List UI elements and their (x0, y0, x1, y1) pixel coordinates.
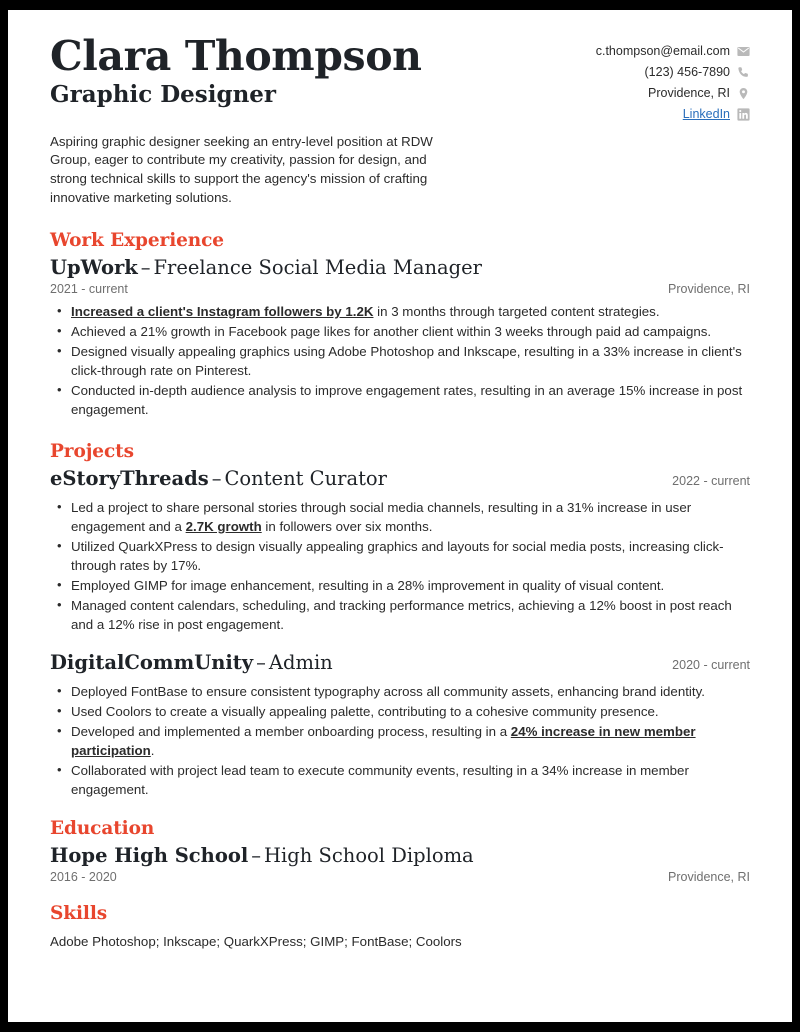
experience-entry: UpWork – Freelance Social Media Manager 202… (50, 256, 750, 419)
entry-title: DigitalCommUnity – Admin (50, 651, 333, 676)
professional-summary: Aspiring graphic designer seeking an ent… (50, 133, 433, 206)
bullet-text: Designed visually appealing graphics usi… (71, 344, 742, 379)
contact-row[interactable]: LinkedIn (683, 105, 750, 123)
section-title: Skills (50, 903, 108, 925)
phone-icon (737, 66, 750, 79)
bullet-item: Developed and implemented a member onboa… (50, 722, 750, 760)
entry-separator: – (211, 467, 222, 491)
resume-sections: Work Experience UpWork – Freelance Social M… (50, 230, 750, 951)
section-title: Projects (50, 441, 134, 463)
bullet-list: Deployed FontBase to ensure consistent t… (50, 682, 750, 799)
entry-separator: – (256, 651, 266, 675)
section-title: Education (50, 818, 155, 840)
bullet-item: Deployed FontBase to ensure consistent t… (50, 682, 750, 701)
entry-role: Freelance Social Media Manager (153, 256, 483, 280)
bullet-text: in 3 months through targeted content str… (373, 304, 660, 320)
contact-value: c.thompson@email.com (595, 44, 730, 58)
experience-entry: eStoryThreads – Content Curator 2022 - curr… (50, 467, 750, 634)
entry-header: DigitalCommUnity – Admin 2020 - current (50, 651, 750, 676)
entry-title: UpWork – Freelance Social Media Manager (50, 256, 482, 281)
section-title: Work Experience (50, 230, 224, 251)
bullet-text: Achieved a 21% growth in Facebook page l… (71, 324, 712, 340)
location-pin-icon (737, 87, 750, 100)
linkedin-link[interactable]: LinkedIn (683, 105, 730, 123)
bullet-text: Managed content calendars, scheduling, a… (71, 598, 732, 633)
entry-location: Providence, RI (668, 870, 750, 885)
bullet-item: Managed content calendars, scheduling, a… (50, 596, 750, 634)
bullet-item: Conducted in-depth audience analysis to … (50, 381, 750, 419)
entry-role: Admin (268, 651, 333, 675)
entry-role: Content Curator (224, 467, 387, 491)
linkedin-icon (737, 108, 750, 121)
contact-row: c.thompson@email.com (596, 42, 750, 60)
bullet-highlight: 2.7K growth (185, 519, 262, 535)
entry-date: 2021 - current (50, 282, 128, 297)
experience-entry: DigitalCommUnity–Admin 2020 - current Depl… (50, 651, 750, 799)
bullet-text: Conducted in-depth audience analysis to … (71, 383, 743, 418)
contact-row: (123) 456-7890 (645, 63, 750, 81)
bullet-list: Increased a client's Instagram followers… (50, 302, 750, 419)
contact-value: Providence, RI (648, 86, 730, 101)
contact-row: Providence, RI (648, 84, 750, 102)
entry-title: Hope High School – High School Diploma (50, 844, 474, 869)
contact-info-list: c.thompson@email.com (123) 456-7890 Provid… (596, 32, 750, 124)
bullet-highlight: Increased a client's Instagram followers… (71, 304, 374, 320)
section-education: Education Hope High School – High School Di… (50, 818, 750, 884)
entry-organization: eStoryThreads (50, 467, 209, 491)
bullet-text: Developed and implemented a member onboa… (71, 724, 511, 740)
entry-location: Providence, RI (668, 282, 750, 297)
bullet-item: Collaborated with project lead team to e… (50, 761, 750, 799)
contact-value: (123) 456-7890 (644, 65, 730, 80)
bullet-text: in followers over six months. (261, 519, 433, 535)
entry-separator: – (251, 844, 261, 868)
entry-subheader: 2021 - current Providence, RI (50, 282, 750, 296)
skills-list: Adobe Photoshop; Inkscape; QuarkXPress; … (50, 933, 462, 949)
bullet-text: Utilized QuarkXPress to design visually … (71, 539, 724, 574)
entry-date: 2022 - current (672, 474, 750, 489)
resume-header: Clara Thompson Graphic Designer c.thomps… (50, 32, 750, 124)
entry-header: Hope High School – High School Diploma (50, 844, 750, 869)
entry-separator: – (140, 256, 151, 280)
entry-date: 2020 - current (672, 658, 750, 673)
header-identity: Clara Thompson Graphic Designer (50, 32, 422, 109)
bullet-text: Deployed FontBase to ensure consistent t… (71, 684, 705, 700)
bullet-item: Used Coolors to create a visually appeal… (50, 702, 750, 721)
bullet-text: Employed GIMP for image enhancement, res… (71, 578, 665, 594)
bullet-item: Utilized QuarkXPress to design visually … (50, 537, 750, 575)
candidate-name: Clara Thompson (50, 32, 422, 80)
entry-organization: UpWork (50, 256, 138, 280)
entry-header: UpWork – Freelance Social Media Manager (50, 256, 750, 281)
resume-page: Clara Thompson Graphic Designer c.thomps… (8, 10, 792, 1022)
bullet-text: Used Coolors to create a visually appeal… (71, 704, 659, 720)
bullet-item: Employed GIMP for image enhancement, res… (50, 576, 750, 595)
entry-date: 2016 - 2020 (50, 870, 117, 885)
section-projects: Projects eStoryThreads – Content Curator 202… (50, 441, 750, 799)
section-work-experience: Work Experience UpWork – Freelance Social M… (50, 230, 750, 419)
entry-subheader: 2016 - 2020 Providence, RI (50, 870, 750, 884)
entry-organization: Hope High School (50, 844, 249, 868)
entry-organization: DigitalCommUnity (50, 651, 254, 675)
bullet-item: Increased a client's Instagram followers… (50, 302, 750, 321)
bullet-item: Designed visually appealing graphics usi… (50, 342, 750, 380)
envelope-icon (737, 45, 750, 58)
bullet-list: Led a project to share personal stories … (50, 498, 750, 634)
bullet-text: . (150, 743, 155, 759)
entry-role: High School Diploma (264, 844, 474, 868)
candidate-job-title: Graphic Designer (50, 81, 277, 109)
entry-header: eStoryThreads – Content Curator 2022 - curr… (50, 467, 750, 492)
bullet-item: Led a project to share personal stories … (50, 498, 750, 536)
experience-entry: Hope High School – High School Diploma 2016… (50, 844, 750, 884)
entry-title: eStoryThreads – Content Curator (50, 467, 387, 492)
section-skills: Skills Adobe Photoshop; Inkscape; QuarkXP… (50, 903, 750, 950)
bullet-text: Collaborated with project lead team to e… (71, 763, 689, 798)
bullet-item: Achieved a 21% growth in Facebook page l… (50, 322, 750, 341)
